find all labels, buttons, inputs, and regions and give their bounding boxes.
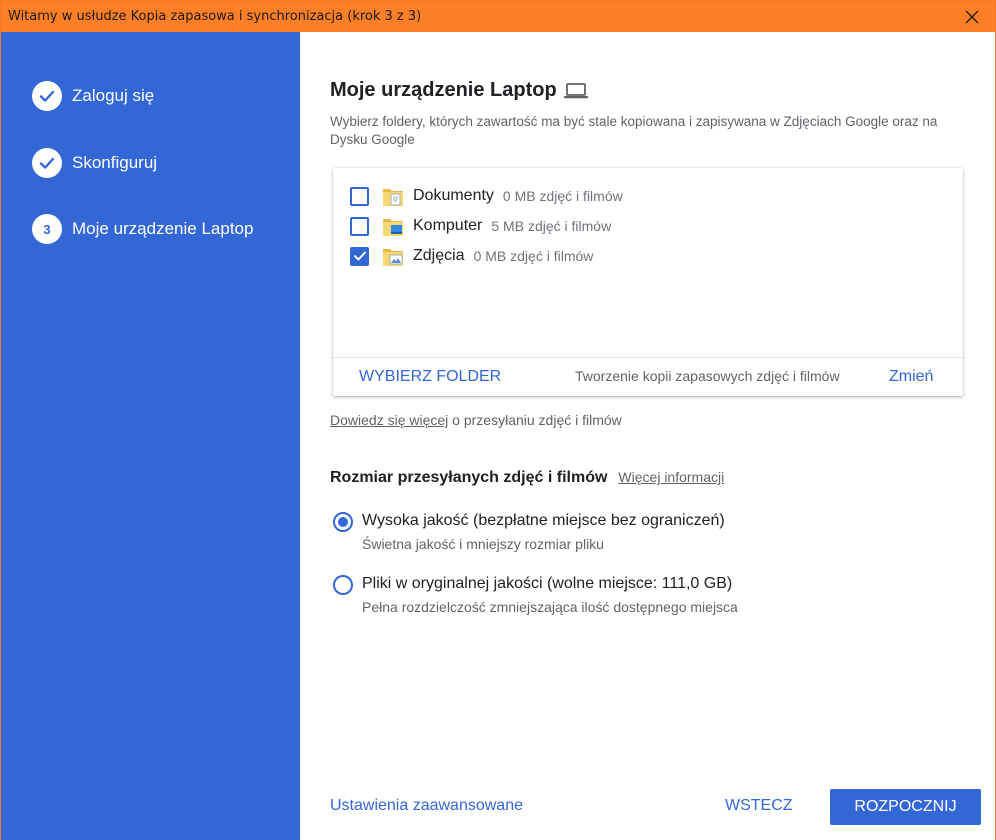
step-label: Skonfiguruj: [72, 153, 158, 172]
step-number: 3: [43, 221, 51, 237]
checkmark-icon: [39, 157, 55, 169]
radio-selected[interactable]: [333, 512, 353, 532]
change-button[interactable]: Zmień: [889, 368, 933, 386]
folder-size: 5 MB zdjęć i filmów: [491, 218, 612, 234]
documents-folder-icon: [383, 189, 403, 206]
upload-size-title: Rozmiar przesyłanych zdjęć i filmów: [330, 469, 608, 486]
checkmark-icon: [39, 90, 55, 102]
desktop-folder-icon: [383, 219, 403, 236]
window-title: Witamy w usłudze Kopia zapasowa i synchr…: [8, 9, 422, 24]
learn-more-rest: o przesyłaniu zdjęć i filmów: [448, 412, 622, 428]
more-info-link[interactable]: Więcej informacji: [618, 469, 724, 485]
close-button[interactable]: [949, 1, 995, 32]
learn-more-link[interactable]: Dowiedz się więcej: [330, 412, 448, 428]
high-quality-option[interactable]: Wysoka jakość (bezpłatne miejsce bez ogr…: [333, 511, 725, 552]
option-label: Pliki w oryginalnej jakości (wolne miejs…: [362, 575, 733, 592]
close-icon: [965, 10, 979, 23]
folder-checkbox-checked[interactable]: [350, 246, 369, 266]
folder-name: Komputer: [413, 217, 483, 234]
title-bar: Witamy w usłudze Kopia zapasowa i synchr…: [1, 1, 995, 32]
backup-type-label: Tworzenie kopii zapasowych zdjęć i filmó…: [575, 368, 840, 384]
folder-name: Zdjęcia: [413, 247, 465, 264]
start-button[interactable]: ROZPOCZNIJ: [830, 789, 981, 825]
folder-selection-card: Dokumenty 0 MB zdjęć i filmów Komputer 5…: [333, 168, 963, 396]
laptop-icon: [563, 82, 589, 100]
folder-size: 0 MB zdjęć i filmów: [473, 248, 594, 264]
page-title-text: Moje urządzenie Laptop: [330, 79, 557, 101]
option-description: Pełna rozdzielczość zmniejszająca ilość …: [362, 599, 738, 615]
step-label: Zaloguj się: [72, 86, 155, 105]
radio-unselected[interactable]: [333, 575, 353, 595]
checkmark-icon: [353, 251, 366, 261]
folder-size: 0 MB zdjęć i filmów: [502, 188, 623, 204]
folder-checkbox[interactable]: [350, 216, 369, 236]
step-my-device: 3 Moje urządzenie Laptop: [32, 214, 253, 244]
step-number-badge: 3: [32, 214, 62, 244]
back-button[interactable]: WSTECZ: [725, 797, 793, 815]
steps-sidebar: Zaloguj się Skonfiguruj 3 Moje urządzeni…: [1, 32, 300, 840]
advanced-settings-link[interactable]: Ustawienia zaawansowane: [330, 797, 523, 815]
folder-row-pictures: Zdjęcia 0 MB zdjęć i filmów: [350, 242, 593, 270]
card-footer: WYBIERZ FOLDER Tworzenie kopii zapasowyc…: [333, 358, 963, 396]
folder-name: Dokumenty: [413, 187, 494, 204]
folder-row-desktop: Komputer 5 MB zdjęć i filmów: [350, 212, 611, 240]
page-description: Wybierz foldery, których zawartość ma by…: [330, 114, 938, 147]
folder-row-documents: Dokumenty 0 MB zdjęć i filmów: [350, 182, 623, 210]
main-panel: Moje urządzenie Laptop Wybierz foldery, …: [300, 32, 995, 840]
step-done-badge: [32, 148, 62, 178]
learn-more-text: Dowiedz się więcej o przesyłaniu zdjęć i…: [330, 412, 622, 428]
step-sign-in: Zaloguj się: [32, 81, 154, 111]
step-configure: Skonfiguruj: [32, 148, 157, 178]
option-label: Wysoka jakość (bezpłatne miejsce bez ogr…: [362, 512, 725, 529]
upload-size-section-title: Rozmiar przesyłanych zdjęć i filmów Więc…: [330, 469, 724, 487]
page-title: Moje urządzenie Laptop: [330, 79, 589, 102]
app-window: Witamy w usłudze Kopia zapasowa i synchr…: [0, 0, 996, 840]
step-done-badge: [32, 81, 62, 111]
pictures-folder-icon: [383, 249, 403, 266]
choose-folder-button[interactable]: WYBIERZ FOLDER: [359, 368, 501, 386]
step-label: Moje urządzenie Laptop: [72, 219, 254, 238]
original-quality-option[interactable]: Pliki w oryginalnej jakości (wolne miejs…: [333, 574, 738, 615]
option-description: Świetna jakość i mniejszy rozmiar pliku: [362, 536, 604, 552]
folder-checkbox[interactable]: [350, 186, 369, 206]
